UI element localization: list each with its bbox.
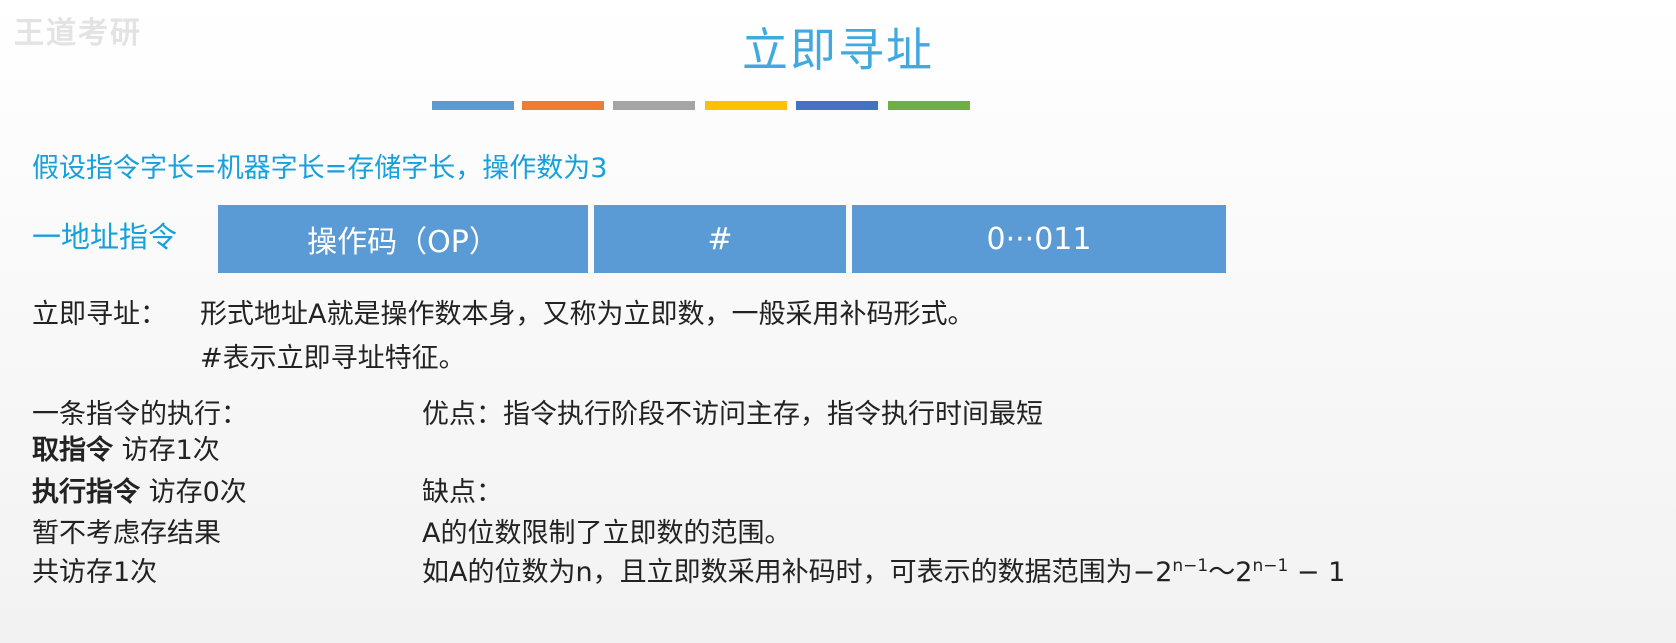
total-line: 共访存1次 bbox=[32, 557, 158, 588]
slide-title: 立即寻址 bbox=[742, 23, 934, 77]
fetch-line: 取指令 访存1次 bbox=[32, 428, 220, 467]
cons-line-2-text: 如A的位数为n，且立即数采用补码时，可表示的数据范围为 bbox=[422, 557, 1133, 588]
definition-text: 形式地址A就是操作数本身，又称为立即数，一般采用补码形式。 bbox=[200, 299, 975, 330]
color-bar-2 bbox=[522, 101, 604, 110]
execute-label: 执行指令 bbox=[32, 477, 140, 508]
definition-note: #表示立即寻址特征。 bbox=[200, 343, 466, 374]
color-bar-5 bbox=[796, 101, 878, 110]
color-bar-3 bbox=[613, 101, 695, 110]
fetch-label: 取指令 bbox=[32, 435, 113, 466]
assumption-text: 假设指令字长=机器字长=存储字长，操作数为3 bbox=[32, 153, 608, 184]
formula-lower-base: −2 bbox=[1132, 557, 1173, 588]
formula-upper-base: ～2 bbox=[1208, 557, 1253, 588]
formula-lower-exponent: n−1 bbox=[1172, 556, 1209, 576]
execution-heading: 一条指令的执行： bbox=[32, 399, 248, 430]
fetch-count: 访存1次 bbox=[113, 435, 220, 466]
immediate-flag-field: # bbox=[594, 205, 846, 273]
color-bar-1 bbox=[432, 101, 514, 110]
formula-minus-one: − 1 bbox=[1288, 557, 1346, 588]
instruction-format-label: 一地址指令 bbox=[32, 220, 178, 254]
result-line: 暂不考虑存结果 bbox=[32, 518, 221, 549]
color-bar-4 bbox=[705, 101, 787, 110]
cons-line-2: 如A的位数为n，且立即数采用补码时，可表示的数据范围为−2n−1～2n−1 − … bbox=[422, 550, 1345, 589]
cons-heading: 缺点： bbox=[422, 477, 503, 508]
address-field: 0···011 bbox=[852, 205, 1226, 273]
cons-line-1: A的位数限制了立即数的范围。 bbox=[422, 518, 792, 549]
definition-term: 立即寻址： bbox=[32, 299, 167, 330]
color-bar-6 bbox=[888, 101, 970, 110]
execute-count: 访存0次 bbox=[140, 477, 247, 508]
formula-upper-exponent: n−1 bbox=[1252, 556, 1289, 576]
pros-text: 优点：指令执行阶段不访问主存，指令执行时间最短 bbox=[422, 399, 1043, 430]
execute-line: 执行指令 访存0次 bbox=[32, 470, 247, 509]
opcode-field: 操作码（OP） bbox=[218, 205, 588, 273]
range-formula: −2n−1～2n−1 − 1 bbox=[1132, 556, 1346, 588]
